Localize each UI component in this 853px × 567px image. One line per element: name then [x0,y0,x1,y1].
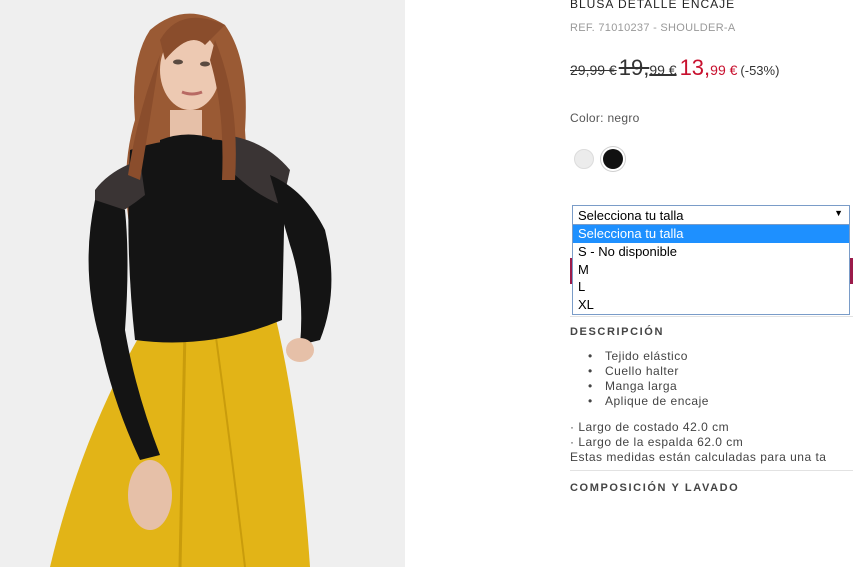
color-swatch-white[interactable] [574,149,594,169]
original-price: 29,99 € [570,62,617,78]
sale-price: 13,99 € [680,55,738,80]
sale-price-decimal: 99 € [710,62,738,78]
description-list: Tejido elástico Cuello halter Manga larg… [592,349,709,409]
measurement-side-length: · Largo de costado 42.0 cm [570,420,730,434]
size-option-placeholder[interactable]: Selecciona tu talla [573,225,849,243]
size-select[interactable]: Selecciona tu talla ▼ [572,205,850,225]
size-option-m[interactable]: M [573,261,849,279]
product-reference: REF. 71010237 - SHOULDER-A [570,22,736,34]
previous-price-integer: 19, [618,55,650,80]
sale-price-integer: 13, [679,55,711,80]
previous-price-decimal: 99 € [649,62,677,78]
discount-badge: (-53%) [740,63,780,78]
color-label: Color: negro [570,111,640,125]
size-option-l[interactable]: L [573,278,849,296]
size-select-value: Selecciona tu talla [578,208,684,223]
list-item: Manga larga [592,379,709,394]
list-item: Aplique de encaje [592,394,709,409]
composition-heading[interactable]: COMPOSICIÓN Y LAVADO [570,482,739,494]
price-block: 29,99 €19,99 €13,99 € (-53%) [570,55,779,81]
size-option-s[interactable]: S - No disponible [573,243,849,261]
product-title: BLUSA DETALLE ENCAJE [570,0,736,11]
color-swatch-black[interactable] [603,149,623,169]
chevron-down-icon: ▼ [834,208,843,218]
divider [570,316,853,317]
product-info-panel: BLUSA DETALLE ENCAJE REF. 71010237 - SHO… [570,0,853,567]
size-option-xl[interactable]: XL [573,296,849,314]
measurement-note: Estas medidas están calculadas para una … [570,450,827,464]
measurement-back-length: · Largo de la espalda 62.0 cm [570,435,744,449]
product-image[interactable] [0,0,405,567]
divider [570,470,853,471]
list-item: Tejido elástico [592,349,709,364]
previous-price: 19,99 € [619,55,677,80]
description-heading[interactable]: DESCRIPCIÓN [570,326,664,338]
measurements: · Largo de costado 42.0 cm · Largo de la… [570,420,826,465]
size-dropdown-list: Selecciona tu talla S - No disponible M … [572,225,850,315]
list-item: Cuello halter [592,364,709,379]
